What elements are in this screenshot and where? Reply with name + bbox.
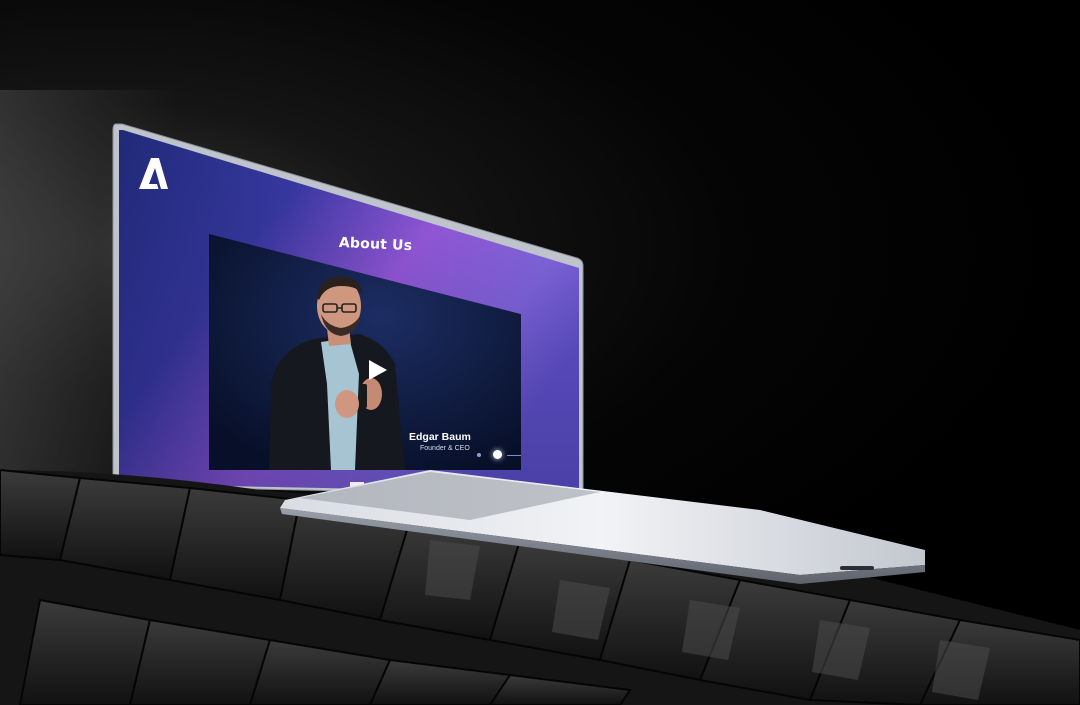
- scene: About Us Edgar Baum Founder & CEO: [0, 0, 1080, 705]
- laptop-base-and-foam: [0, 468, 1080, 705]
